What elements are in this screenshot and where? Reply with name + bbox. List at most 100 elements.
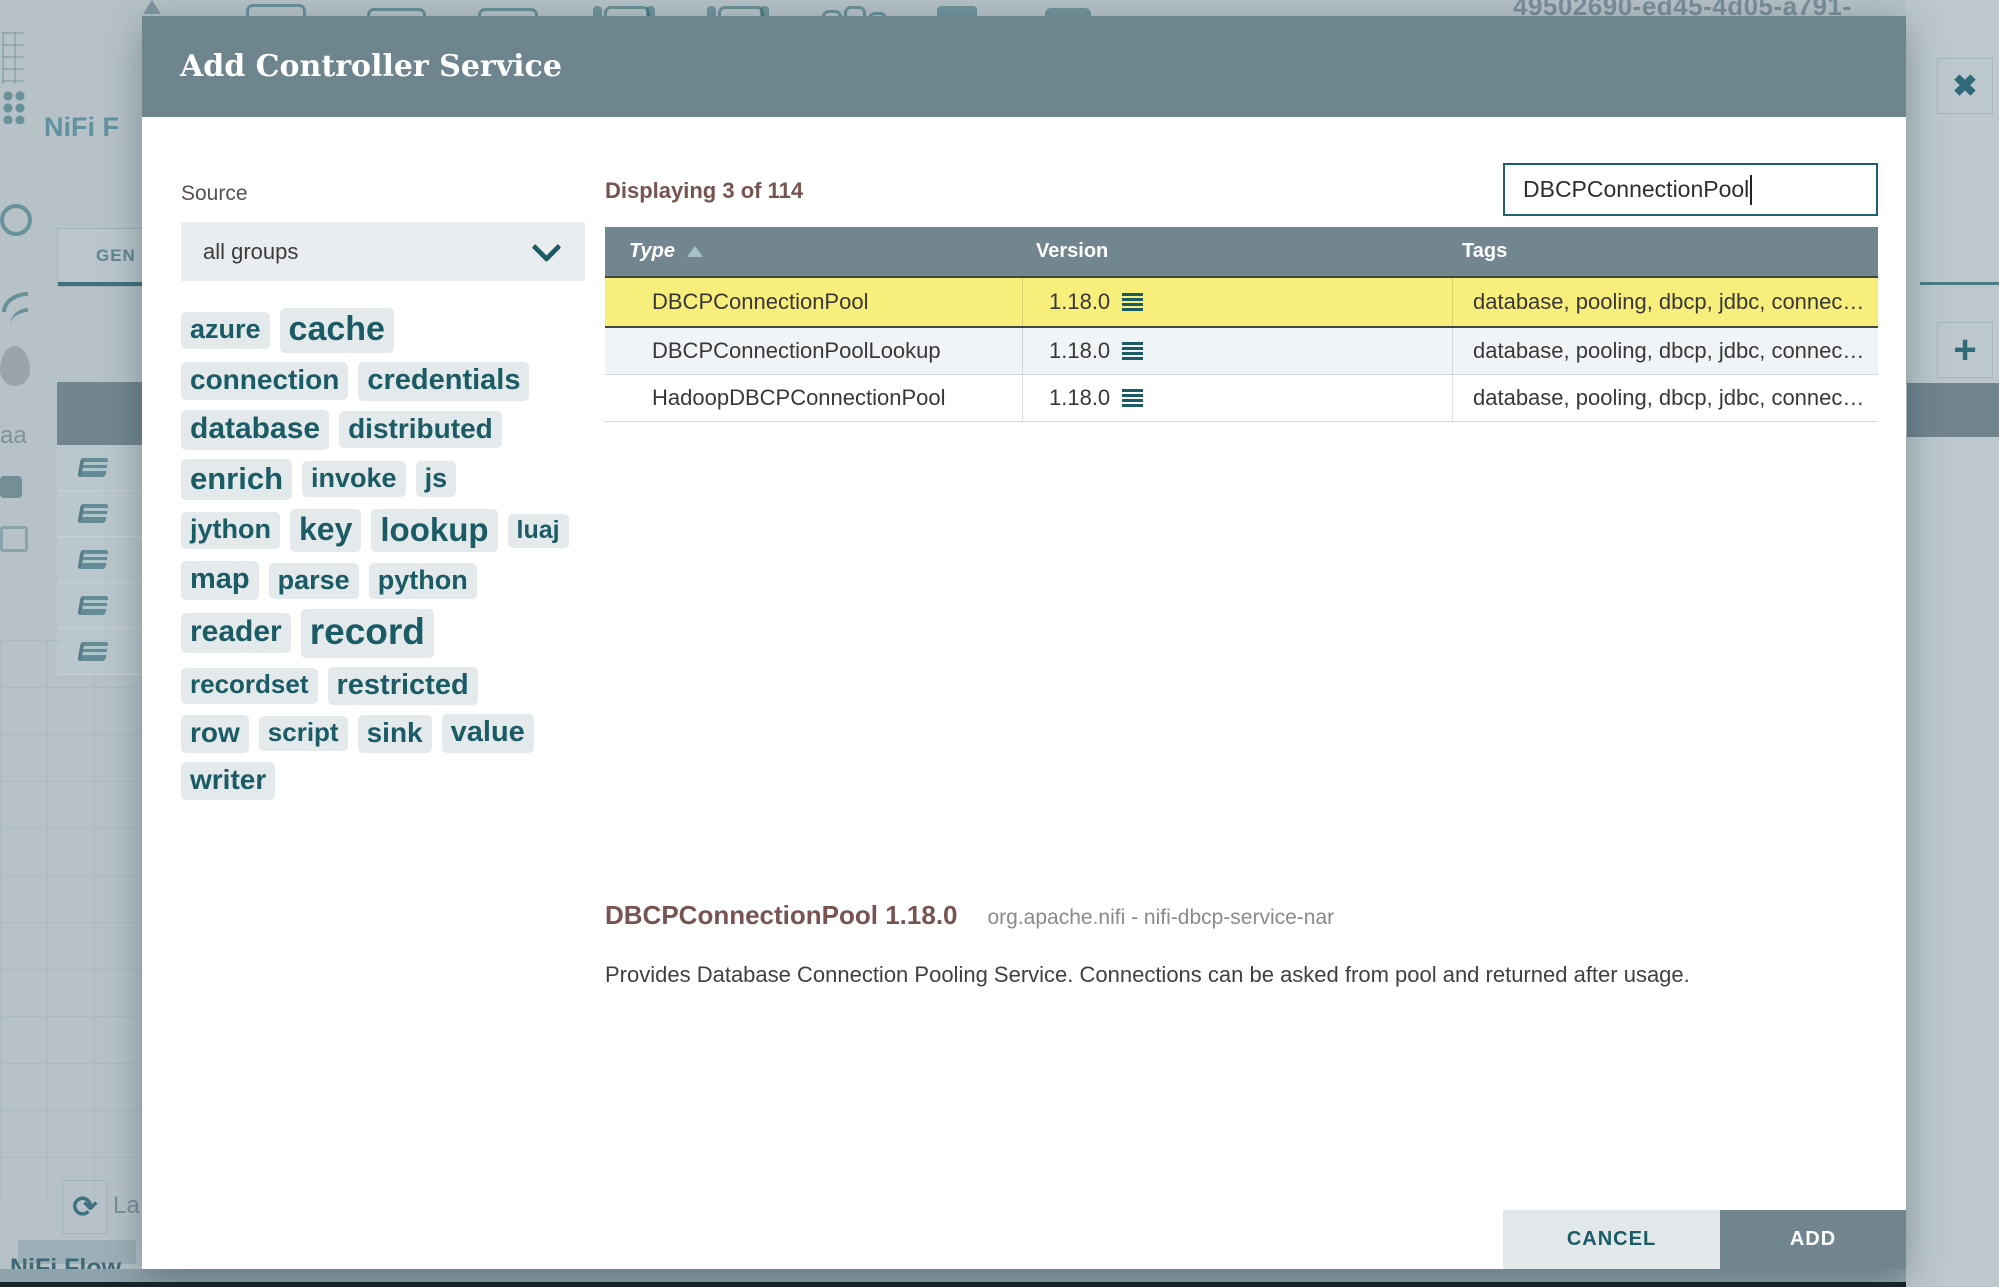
version-list-icon[interactable] [1122, 389, 1144, 407]
tag-chip-luaj[interactable]: luaj [507, 513, 569, 548]
tag-chip-record[interactable]: record [300, 609, 434, 658]
cell-version: 1.18.0 [1022, 278, 1452, 326]
canvas-palette: aa [0, 24, 32, 644]
column-header-version[interactable]: Version [1022, 240, 1452, 263]
tag-chip-reader[interactable]: reader [181, 613, 291, 654]
dialog-header: Add Controller Service [142, 16, 1906, 117]
cell-type: HadoopDBCPConnectionPool [652, 385, 946, 410]
source-group-value: all groups [203, 238, 299, 264]
version-list-icon[interactable] [1122, 293, 1144, 311]
add-button[interactable]: ADD [1720, 1210, 1906, 1269]
bottom-bar [0, 1282, 1999, 1287]
cell-type: DBCPConnectionPoolLookup [652, 338, 941, 363]
settings-close-button: ✖ [1937, 58, 1993, 114]
book-icon [77, 596, 109, 615]
selected-service-title: DBCPConnectionPool 1.18.0 [605, 900, 958, 930]
add-service-button: + [1937, 322, 1993, 378]
tag-chip-script[interactable]: script [258, 716, 348, 752]
tag-chip-connection[interactable]: connection [181, 362, 349, 400]
version-value: 1.18.0 [1049, 385, 1111, 410]
tag-row: azure cache [181, 308, 661, 353]
tag-chip-js[interactable]: js [415, 460, 457, 498]
filter-search-input[interactable]: DBCPConnectionPool [1503, 163, 1878, 216]
selected-service-bundle: org.apache.nifi - nifi-dbcp-service-nar [987, 906, 1335, 929]
tag-chip-restricted[interactable]: restricted [327, 666, 478, 706]
sort-asc-icon [686, 246, 703, 257]
column-header-version-label: Version [1036, 240, 1109, 262]
refresh-icon: ⟳ [72, 1190, 98, 1224]
selected-rail-block [1907, 383, 1999, 437]
tag-chip-database[interactable]: database [181, 409, 330, 450]
tag-chip-writer[interactable]: writer [181, 762, 276, 800]
settings-page-title: NiFi F [44, 112, 119, 142]
tag-chip-invoke[interactable]: invoke [302, 460, 406, 498]
table-row-DBCPConnectionPoolLookup[interactable]: DBCPConnectionPoolLookup 1.18.0 database, … [605, 328, 1878, 375]
book-icon [77, 550, 109, 569]
tag-chip-python[interactable]: python [368, 562, 477, 599]
filter-search-value: DBCPConnectionPool [1523, 176, 1750, 202]
cell-tags: database, pooling, dbcp, jdbc, connec… [1452, 328, 1878, 374]
tag-chip-jython[interactable]: jython [181, 512, 280, 549]
tag-chip-azure[interactable]: azure [181, 312, 270, 349]
background-service-row [57, 629, 142, 675]
tag-chip-credentials[interactable]: credentials [358, 361, 530, 401]
extension-icon [0, 476, 22, 498]
divider [1920, 282, 1999, 285]
text-size-label: aa [0, 422, 27, 449]
grid-icon [2, 32, 24, 84]
version-value: 1.18.0 [1049, 338, 1111, 363]
background-service-rows [57, 445, 142, 675]
dialog-title: Add Controller Service [180, 49, 562, 84]
table-row-DBCPConnectionPool[interactable]: DBCPConnectionPool 1.18.0 database, poolin… [605, 276, 1878, 328]
results-summary: Displaying 3 of 114 [605, 178, 804, 203]
tag-chip-sink[interactable]: sink [357, 714, 432, 753]
tag-chip-distributed[interactable]: distributed [339, 410, 502, 449]
tag-row: database distributed [181, 409, 661, 450]
refresh-button: ⟳ [62, 1180, 108, 1234]
plus-icon: + [1953, 328, 1977, 372]
tag-chip-map[interactable]: map [181, 561, 259, 601]
column-header-type[interactable]: Type [605, 240, 1022, 263]
tag-row: enrich invoke js [181, 458, 661, 500]
tab-general-label: GEN [96, 246, 136, 265]
book-icon [77, 642, 109, 661]
tag-chip-row[interactable]: row [181, 714, 249, 753]
close-icon: ✖ [1952, 69, 1978, 103]
tag-chip-parse[interactable]: parse [268, 562, 359, 599]
background-table-header [57, 382, 142, 445]
tag-chip-cache[interactable]: cache [279, 308, 394, 353]
background-service-row [57, 537, 142, 583]
tag-chip-enrich[interactable]: enrich [181, 458, 293, 500]
background-service-row [57, 583, 142, 629]
add-controller-service-dialog: Add Controller Service Source all groups… [142, 16, 1906, 1269]
book-icon [77, 504, 109, 523]
tag-chip-recordset[interactable]: recordset [181, 668, 318, 704]
version-list-icon[interactable] [1122, 342, 1144, 360]
cell-type: DBCPConnectionPool [652, 289, 869, 314]
cell-tags: database, pooling, dbcp, jdbc, connec… [1452, 375, 1878, 421]
history-icon [0, 204, 32, 236]
background-service-row [57, 491, 142, 537]
droplet-icon [0, 346, 30, 386]
background-service-row [57, 445, 142, 491]
cancel-button[interactable]: CANCEL [1503, 1210, 1720, 1269]
tag-cloud: azure cache connection credentials database d… [181, 308, 661, 809]
table-row-HadoopDBCPConnectionPool[interactable]: HadoopDBCPConnectionPool 1.18.0 database, … [605, 375, 1878, 422]
tag-chip-value[interactable]: value [441, 714, 534, 754]
canvas-grid [0, 640, 142, 1200]
tag-chip-key[interactable]: key [290, 509, 362, 552]
dots-icon [2, 90, 26, 124]
cell-version: 1.18.0 [1022, 375, 1452, 421]
settings-right-rail: ✖ + [1906, 0, 1999, 1287]
chevron-down-icon [531, 232, 562, 263]
tab-general: GEN [57, 228, 144, 287]
controller-services-table: Type Version Tags DBCPConnectionPool 1.18… [605, 227, 1878, 422]
tag-row: writer [181, 762, 661, 800]
source-group-select[interactable]: all groups [181, 222, 585, 281]
selected-service-description: Provides Database Connection Pooling Ser… [605, 962, 1690, 987]
column-header-tags[interactable]: Tags [1452, 240, 1878, 263]
text-caret [1750, 174, 1753, 205]
cell-tags: database, pooling, dbcp, jdbc, connec… [1452, 278, 1878, 326]
nifi-logo-icon [143, 0, 161, 14]
tag-chip-lookup[interactable]: lookup [371, 508, 498, 553]
